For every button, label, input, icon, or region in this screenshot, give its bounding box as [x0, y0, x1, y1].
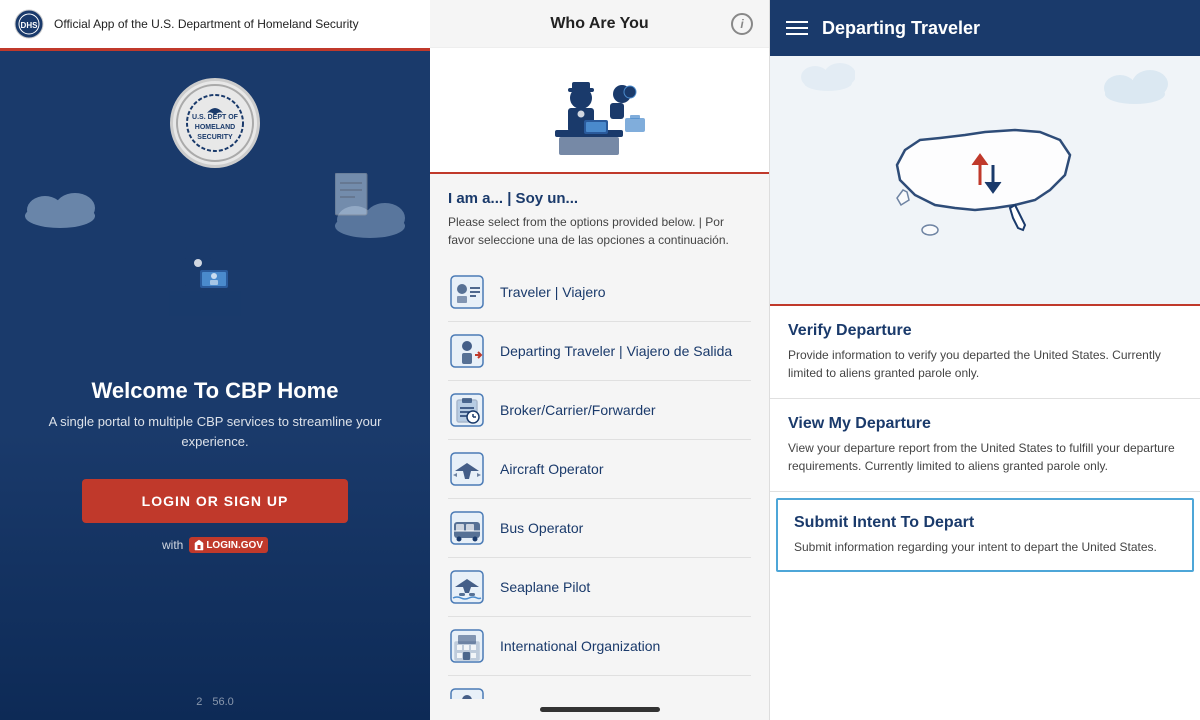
seaplane-icon [448, 568, 486, 606]
panel3-body: Verify Departure Provide information to … [770, 56, 1200, 720]
section-title: I am a... | Soy un... [448, 190, 751, 207]
aircraft-label: Aircraft Operator [500, 461, 603, 477]
broker-label: Broker/Carrier/Forwarder [500, 402, 656, 418]
menu-item-traveler[interactable]: Traveler | Viajero [448, 263, 751, 322]
usa-map [885, 110, 1085, 250]
card-submit-intent[interactable]: Submit Intent To Depart Submit informati… [776, 498, 1194, 572]
view-title: View My Departure [788, 415, 1182, 433]
bottom-text2: 56.0 [212, 696, 233, 708]
org-label: International Organization [500, 638, 660, 654]
menu-item-org[interactable]: International Organization [448, 617, 751, 676]
bottom-text1: 2 [196, 696, 202, 708]
menu-item-broker[interactable]: Broker/Carrier/Forwarder [448, 381, 751, 440]
org-icon [448, 627, 486, 665]
menu-item-dhs[interactable]: Department Of Homeland Security [448, 676, 751, 699]
seaplane-label: Seaplane Pilot [500, 579, 590, 595]
panel2-title: Who Are You [468, 15, 731, 33]
menu-item-seaplane[interactable]: Seaplane Pilot [448, 558, 751, 617]
welcome-subtitle: A single portal to multiple CBP services… [0, 412, 430, 451]
svg-text:DHS: DHS [21, 21, 39, 30]
svg-text:HOMELAND: HOMELAND [195, 124, 235, 131]
bus-icon [448, 509, 486, 547]
svg-text:U.S. DEPT OF: U.S. DEPT OF [192, 114, 239, 121]
departing-icon [448, 332, 486, 370]
aircraft-icon [448, 450, 486, 488]
panel-cbp-home: DHS Official App of the U.S. Department … [0, 0, 430, 720]
info-icon[interactable]: i [731, 13, 753, 35]
menu-item-aircraft[interactable]: Aircraft Operator [448, 440, 751, 499]
panel3-header: Departing Traveler [770, 0, 1200, 56]
panel-departing-traveler: Departing Traveler [770, 0, 1200, 720]
panel2-header: Who Are You i [430, 0, 769, 48]
view-desc: View your departure report from the Unit… [788, 439, 1182, 475]
panel-who-are-you: Who Are You i [430, 0, 770, 720]
dhs-icon [448, 686, 486, 699]
with-label: with [162, 538, 183, 552]
illustration-area [0, 168, 430, 368]
submit-title: Submit Intent To Depart [794, 514, 1176, 532]
section-desc: Please select from the options provided … [448, 213, 751, 249]
officer-illustration [155, 208, 275, 328]
login-gov-row: with LOGIN.GOV [162, 537, 268, 553]
map-area [770, 56, 1200, 306]
verify-title: Verify Departure [788, 322, 1182, 340]
departing-label: Departing Traveler | Viajero de Salida [500, 343, 732, 359]
dhs-seal-large: U.S. DEPT OF HOMELAND SECURITY [170, 78, 260, 168]
submit-desc: Submit information regarding your intent… [794, 538, 1176, 556]
verify-desc: Provide information to verify you depart… [788, 346, 1182, 382]
menu-item-departing[interactable]: Departing Traveler | Viajero de Salida [448, 322, 751, 381]
red-stripe [0, 48, 430, 51]
bottom-bar: 2 56.0 [0, 696, 430, 708]
top-bar: DHS Official App of the U.S. Department … [0, 0, 430, 48]
bottom-indicator [540, 707, 660, 712]
traveler-icon [448, 273, 486, 311]
svg-text:SECURITY: SECURITY [197, 134, 233, 141]
traveler-label: Traveler | Viajero [500, 284, 606, 300]
bus-label: Bus Operator [500, 520, 583, 536]
top-bar-text: Official App of the U.S. Department of H… [54, 17, 359, 31]
panel2-figure [430, 48, 769, 174]
menu-item-bus[interactable]: Bus Operator [448, 499, 751, 558]
login-signup-button[interactable]: LOGIN OR SIGN UP [82, 479, 349, 523]
hamburger-menu-icon[interactable] [786, 21, 808, 35]
panel3-title: Departing Traveler [822, 18, 1184, 39]
panel2-body: I am a... | Soy un... Please select from… [430, 174, 769, 699]
dhs-label: Department Of Homeland Security [500, 697, 714, 699]
card-view-departure[interactable]: View My Departure View your departure re… [770, 399, 1200, 492]
dhs-seal-icon: DHS [14, 9, 44, 39]
login-gov-badge: LOGIN.GOV [189, 537, 268, 553]
welcome-title: Welcome To CBP Home [72, 378, 359, 404]
broker-icon [448, 391, 486, 429]
card-verify-departure[interactable]: Verify Departure Provide information to … [770, 306, 1200, 399]
